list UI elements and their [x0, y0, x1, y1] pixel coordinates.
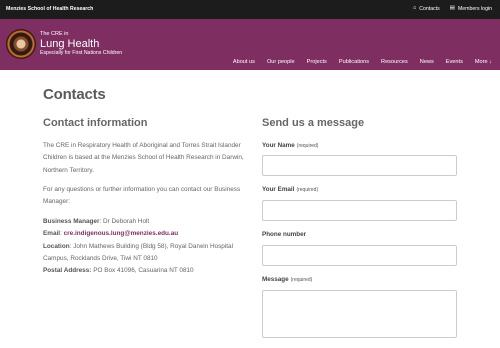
contacts-link[interactable]: ⌂ Contacts: [413, 6, 440, 12]
top-links: ⌂ Contacts ▤ Members login: [413, 6, 492, 12]
members-login-link[interactable]: ▤ Members login: [450, 6, 492, 12]
required-note: (required): [296, 187, 319, 193]
contact-paragraph: For any questions or further information…: [43, 186, 241, 206]
main-nav: About us Our people Projects Publication…: [233, 59, 492, 65]
brand[interactable]: The CRE in Lung Health Especially for Fi…: [40, 31, 122, 57]
nav-item-about-us[interactable]: About us: [233, 59, 255, 65]
message-label-text: Message: [262, 276, 289, 283]
location-line: Location: John Mathews Building (Bldg 58…: [43, 241, 248, 266]
members-login-label: Members login: [457, 6, 492, 12]
brand-subtitle: Especially for First Nations Children: [40, 50, 123, 56]
contact-details: Business Manager: Dr Deborah Holt Email:…: [43, 216, 248, 277]
home-icon: ⌂: [412, 5, 417, 12]
send-message-heading: Send us a message: [262, 117, 365, 129]
email-field[interactable]: [262, 200, 457, 221]
email-label-text: Your Email: [262, 186, 295, 193]
top-bar: Menzies School of Health Research ⌂ Cont…: [0, 0, 500, 19]
nav-item-publications[interactable]: Publications: [339, 59, 369, 65]
location-value: : John Mathews Building (Bldg 58), Royal…: [43, 242, 234, 262]
name-label: Your Name (required): [262, 142, 318, 149]
name-label-text: Your Name: [262, 142, 295, 149]
message-textarea[interactable]: [262, 290, 457, 338]
postal-value: PO Box 41096, Casuarina NT 0810: [91, 267, 194, 275]
email-label: Email: [43, 230, 61, 238]
phone-label: Phone number: [262, 231, 306, 238]
intro-paragraph: The CRE in Respiratory Health of Aborigi…: [43, 142, 244, 174]
id-card-icon: ▤: [449, 5, 455, 12]
manager-label: Business Manager: [43, 218, 100, 225]
email-line: Email: cre.indigenous.lung@menzies.edu.a…: [43, 230, 179, 238]
nav-item-more[interactable]: More ↓: [475, 59, 492, 65]
postal-label: Postal Address:: [43, 267, 92, 275]
nav-item-resources[interactable]: Resources: [381, 59, 408, 65]
manager-line: Business Manager: Dr Deborah Holt: [43, 216, 248, 228]
contacts-link-label: Contacts: [419, 6, 440, 12]
required-note: (required): [296, 143, 319, 149]
brand-title: Lung Health: [40, 38, 100, 50]
nav-item-projects[interactable]: Projects: [307, 59, 327, 65]
postal-line: Postal Address: PO Box 41096, Casuarina …: [43, 265, 248, 277]
org-name[interactable]: Menzies School of Health Research: [6, 6, 93, 12]
email-field-label: Your Email (required): [262, 186, 318, 193]
contact-info-heading: Contact information: [43, 117, 148, 129]
required-note: (required): [290, 277, 313, 283]
page-title: Contacts: [43, 86, 106, 103]
nav-item-news[interactable]: News: [420, 59, 434, 65]
phone-field[interactable]: [262, 245, 457, 266]
logo-icon[interactable]: [6, 29, 36, 59]
nav-item-our-people[interactable]: Our people: [267, 59, 295, 65]
site-header: The CRE in Lung Health Especially for Fi…: [0, 19, 500, 70]
nav-item-events[interactable]: Events: [446, 59, 463, 65]
phone-label-text: Phone number: [262, 231, 307, 238]
email-link[interactable]: cre.indigenous.lung@menzies.edu.au: [64, 230, 179, 237]
manager-value: : Dr Deborah Holt: [99, 218, 150, 225]
message-label: Message (required): [262, 276, 312, 283]
name-field[interactable]: [262, 155, 457, 176]
brand-small: The CRE in: [40, 31, 69, 37]
location-label: Location: [43, 242, 70, 250]
